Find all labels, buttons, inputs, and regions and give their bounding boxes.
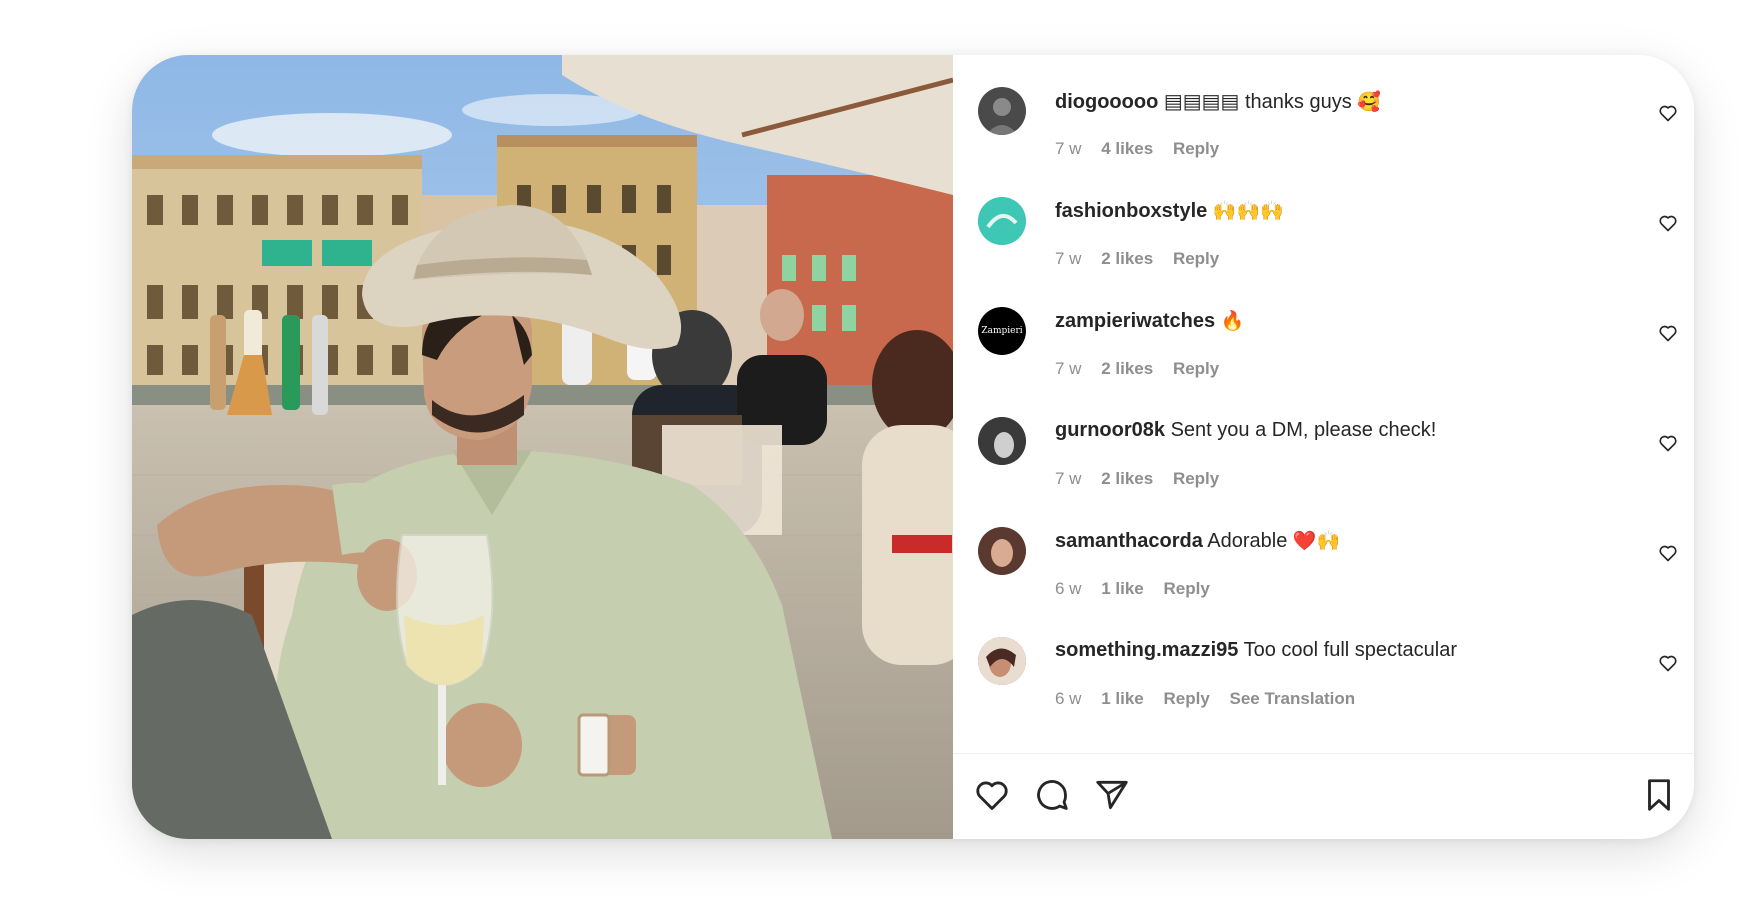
comment-item: diogooooo ▤▤▤▤ thanks guys 🥰 7 w 4 likes…	[953, 55, 1694, 166]
comment-username[interactable]: fashionboxstyle	[1055, 200, 1207, 222]
comment-emoji: 🔥	[1220, 310, 1245, 332]
avatar[interactable]: Zampieri	[978, 307, 1026, 355]
comment-likes[interactable]: 4 likes	[1101, 139, 1153, 158]
comment-item: Zampieri zampieriwatches 🔥 7 w 2 likes R…	[953, 275, 1694, 386]
comment-time[interactable]: 7 w	[1055, 359, 1081, 378]
comment-item: gurnoor08k Sent you a DM, please check! …	[953, 385, 1694, 496]
heart-icon[interactable]	[1658, 213, 1678, 233]
avatar-image	[978, 417, 1026, 465]
heart-icon[interactable]	[1658, 103, 1678, 123]
comments-panel: diogooooo ▤▤▤▤ thanks guys 🥰 7 w 4 likes…	[953, 55, 1694, 839]
reply-button[interactable]: Reply	[1163, 579, 1209, 598]
avatar-image	[978, 637, 1026, 685]
comment-text-line: samanthacorda Adorable ❤️🙌	[1055, 529, 1340, 553]
comment-username[interactable]: samanthacorda	[1055, 530, 1203, 552]
avatar-image	[978, 527, 1026, 575]
comment-time[interactable]: 6 w	[1055, 689, 1081, 708]
comment-text: Adorable	[1202, 530, 1293, 552]
comment-likes[interactable]: 2 likes	[1101, 249, 1153, 268]
comment-time[interactable]: 7 w	[1055, 249, 1081, 268]
comment-text: Sent you a DM, please check!	[1165, 419, 1437, 441]
post-card: diogooooo ▤▤▤▤ thanks guys 🥰 7 w 4 likes…	[132, 55, 1694, 839]
comment-emoji: ❤️🙌	[1292, 530, 1341, 552]
post-photo-illustration	[132, 55, 953, 839]
comment-time[interactable]: 7 w	[1055, 469, 1081, 488]
comment-time[interactable]: 7 w	[1055, 139, 1081, 158]
comment-text-line: zampieriwatches 🔥	[1055, 309, 1244, 333]
comment-likes[interactable]: 1 like	[1101, 579, 1144, 598]
bookmark-icon[interactable]	[1640, 776, 1678, 814]
reply-button[interactable]: Reply	[1173, 249, 1219, 268]
comment-meta: 7 w 2 likes Reply	[1055, 249, 1234, 269]
avatar-image	[978, 197, 1026, 245]
heart-icon[interactable]	[1658, 653, 1678, 673]
comment-meta: 7 w 2 likes Reply	[1055, 359, 1234, 379]
comment-text-line: fashionboxstyle 🙌🙌🙌	[1055, 199, 1284, 223]
comment-username[interactable]: something.mazzi95	[1055, 639, 1238, 661]
reply-button[interactable]: Reply	[1173, 359, 1219, 378]
comment-meta: 7 w 2 likes Reply	[1055, 469, 1234, 489]
avatar[interactable]	[978, 527, 1026, 575]
reply-button[interactable]: Reply	[1173, 139, 1219, 158]
comment-username[interactable]: zampieriwatches	[1055, 310, 1215, 332]
reply-button[interactable]: Reply	[1173, 469, 1219, 488]
comment-time[interactable]: 6 w	[1055, 579, 1081, 598]
comment-text-line: diogooooo ▤▤▤▤ thanks guys 🥰	[1055, 89, 1381, 114]
comment-meta: 7 w 4 likes Reply	[1055, 139, 1234, 159]
avatar-logo-text: Zampieri	[981, 326, 1023, 336]
comment-username[interactable]: gurnoor08k	[1055, 419, 1165, 441]
see-translation-button[interactable]: See Translation	[1230, 689, 1356, 708]
comment-text-line: something.mazzi95 Too cool full spectacu…	[1055, 639, 1457, 662]
post-photo	[132, 55, 953, 839]
comment-emoji: 🙌🙌🙌	[1212, 200, 1284, 222]
avatar-image	[986, 98, 1018, 135]
comment-item: fashionboxstyle 🙌🙌🙌 7 w 2 likes Reply	[953, 165, 1694, 276]
comment-text: Too cool full spectacular	[1238, 639, 1458, 661]
heart-icon[interactable]	[1658, 543, 1678, 563]
comment-text-line: gurnoor08k Sent you a DM, please check!	[1055, 419, 1436, 442]
share-icon[interactable]	[1093, 776, 1131, 814]
comment-icon[interactable]	[1033, 776, 1071, 814]
reply-button[interactable]: Reply	[1163, 689, 1209, 708]
comment-meta: 6 w 1 like Reply	[1055, 579, 1225, 599]
comment-item: samanthacorda Adorable ❤️🙌 6 w 1 like Re…	[953, 495, 1694, 606]
avatar[interactable]	[978, 197, 1026, 245]
comment-text: ▤▤▤▤ thanks guys	[1158, 91, 1358, 113]
action-bar	[953, 754, 1694, 839]
heart-icon[interactable]	[973, 776, 1011, 814]
comment-likes[interactable]: 2 likes	[1101, 469, 1153, 488]
comment-emoji: 🥰	[1357, 91, 1381, 113]
comment-likes[interactable]: 1 like	[1101, 689, 1144, 708]
comment-item: something.mazzi95 Too cool full spectacu…	[953, 605, 1694, 716]
comment-meta: 6 w 1 like Reply See Translation	[1055, 689, 1370, 709]
comment-likes[interactable]: 2 likes	[1101, 359, 1153, 378]
comment-list: diogooooo ▤▤▤▤ thanks guys 🥰 7 w 4 likes…	[953, 55, 1694, 753]
comment-username[interactable]: diogooooo	[1055, 91, 1158, 113]
heart-icon[interactable]	[1658, 323, 1678, 343]
avatar[interactable]	[978, 417, 1026, 465]
avatar[interactable]	[978, 87, 1026, 135]
avatar[interactable]	[978, 637, 1026, 685]
heart-icon[interactable]	[1658, 433, 1678, 453]
